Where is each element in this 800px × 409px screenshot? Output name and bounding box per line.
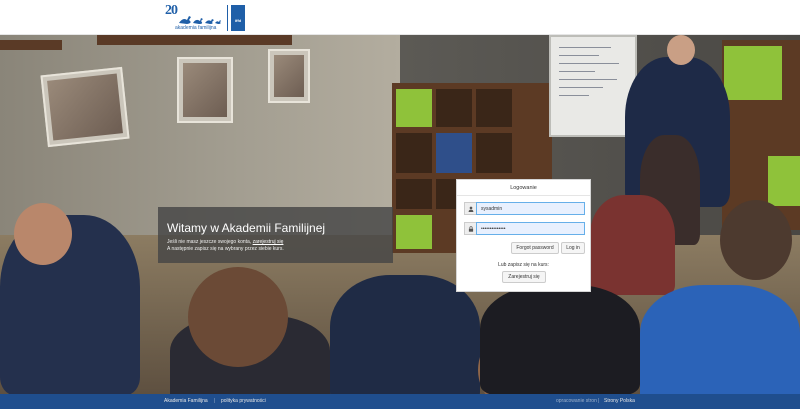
photo-audience-member bbox=[640, 285, 800, 394]
site-logo[interactable]: 20 akademia familijna iffd bbox=[165, 3, 247, 33]
login-panel: Logowanie Forgot password Log in Lub zap… bbox=[456, 179, 591, 292]
photo-wall-frame bbox=[177, 57, 233, 123]
logo-org-name: akademia familijna bbox=[175, 25, 217, 31]
footer-separator: | bbox=[214, 398, 216, 404]
forgot-password-button[interactable]: Forgot password bbox=[511, 242, 559, 254]
welcome-banner: Witamy w Akademii Familijnej Jeśli nie m… bbox=[158, 207, 393, 263]
photo-shelf bbox=[97, 35, 292, 45]
user-icon bbox=[464, 202, 476, 215]
photo-wall-frame bbox=[268, 49, 310, 103]
logo-divider bbox=[227, 5, 228, 31]
logo-anniversary-number: 20 bbox=[165, 3, 178, 18]
iffd-label: iffd bbox=[234, 18, 242, 23]
username-input[interactable] bbox=[476, 202, 585, 215]
footer-link-akademia[interactable]: Akademia Familijna bbox=[164, 394, 208, 409]
site-footer: Akademia Familijna | polityka prywatnośc… bbox=[0, 394, 800, 409]
welcome-course-text: A następnie zapisz się na wybrany przez … bbox=[167, 246, 284, 252]
photo-shelf bbox=[0, 40, 62, 50]
footer-link-privacy-policy[interactable]: polityka prywatności bbox=[221, 394, 266, 409]
photo-whiteboard bbox=[549, 35, 637, 137]
photo-presenter-head bbox=[667, 35, 695, 65]
photo-wall-frame bbox=[40, 66, 130, 148]
photo-audience-member bbox=[590, 195, 675, 295]
akademia-familijna-logo: 20 akademia familijna bbox=[165, 3, 225, 33]
welcome-register-text: Jeśli nie masz jeszcze swojego konta, za… bbox=[167, 239, 384, 245]
footer-separator: | bbox=[598, 398, 600, 404]
photo-audience-head bbox=[720, 200, 792, 280]
register-button[interactable]: Zarejestruj się bbox=[502, 271, 546, 283]
photo-audience-head bbox=[14, 203, 72, 265]
iffd-logo: iffd bbox=[231, 5, 245, 31]
username-field bbox=[464, 202, 585, 215]
signup-prompt: Lub zapisz się na kurs: bbox=[498, 262, 549, 268]
hero-background-photo bbox=[0, 35, 800, 394]
photo-audience-member bbox=[480, 285, 640, 394]
register-link[interactable]: zarejestruj się bbox=[253, 239, 284, 245]
welcome-title: Witamy w Akademii Familijnej bbox=[167, 221, 326, 235]
password-field bbox=[464, 222, 585, 235]
photo-audience-head bbox=[188, 267, 288, 367]
password-input[interactable] bbox=[476, 222, 585, 235]
photo-audience-member bbox=[330, 275, 480, 394]
site-header: 20 akademia familijna iffd bbox=[0, 0, 800, 35]
ducks-icon bbox=[179, 16, 221, 24]
login-button[interactable]: Log in bbox=[561, 242, 585, 254]
footer-link-web-design[interactable]: opracowanie stron bbox=[556, 394, 597, 409]
lock-icon bbox=[464, 222, 476, 235]
welcome-register-prefix: Jeśli nie masz jeszcze swojego konta, bbox=[167, 239, 253, 245]
footer-link-strony-polska[interactable]: Strony Polska bbox=[604, 394, 635, 409]
login-title: Logowanie bbox=[457, 180, 590, 196]
